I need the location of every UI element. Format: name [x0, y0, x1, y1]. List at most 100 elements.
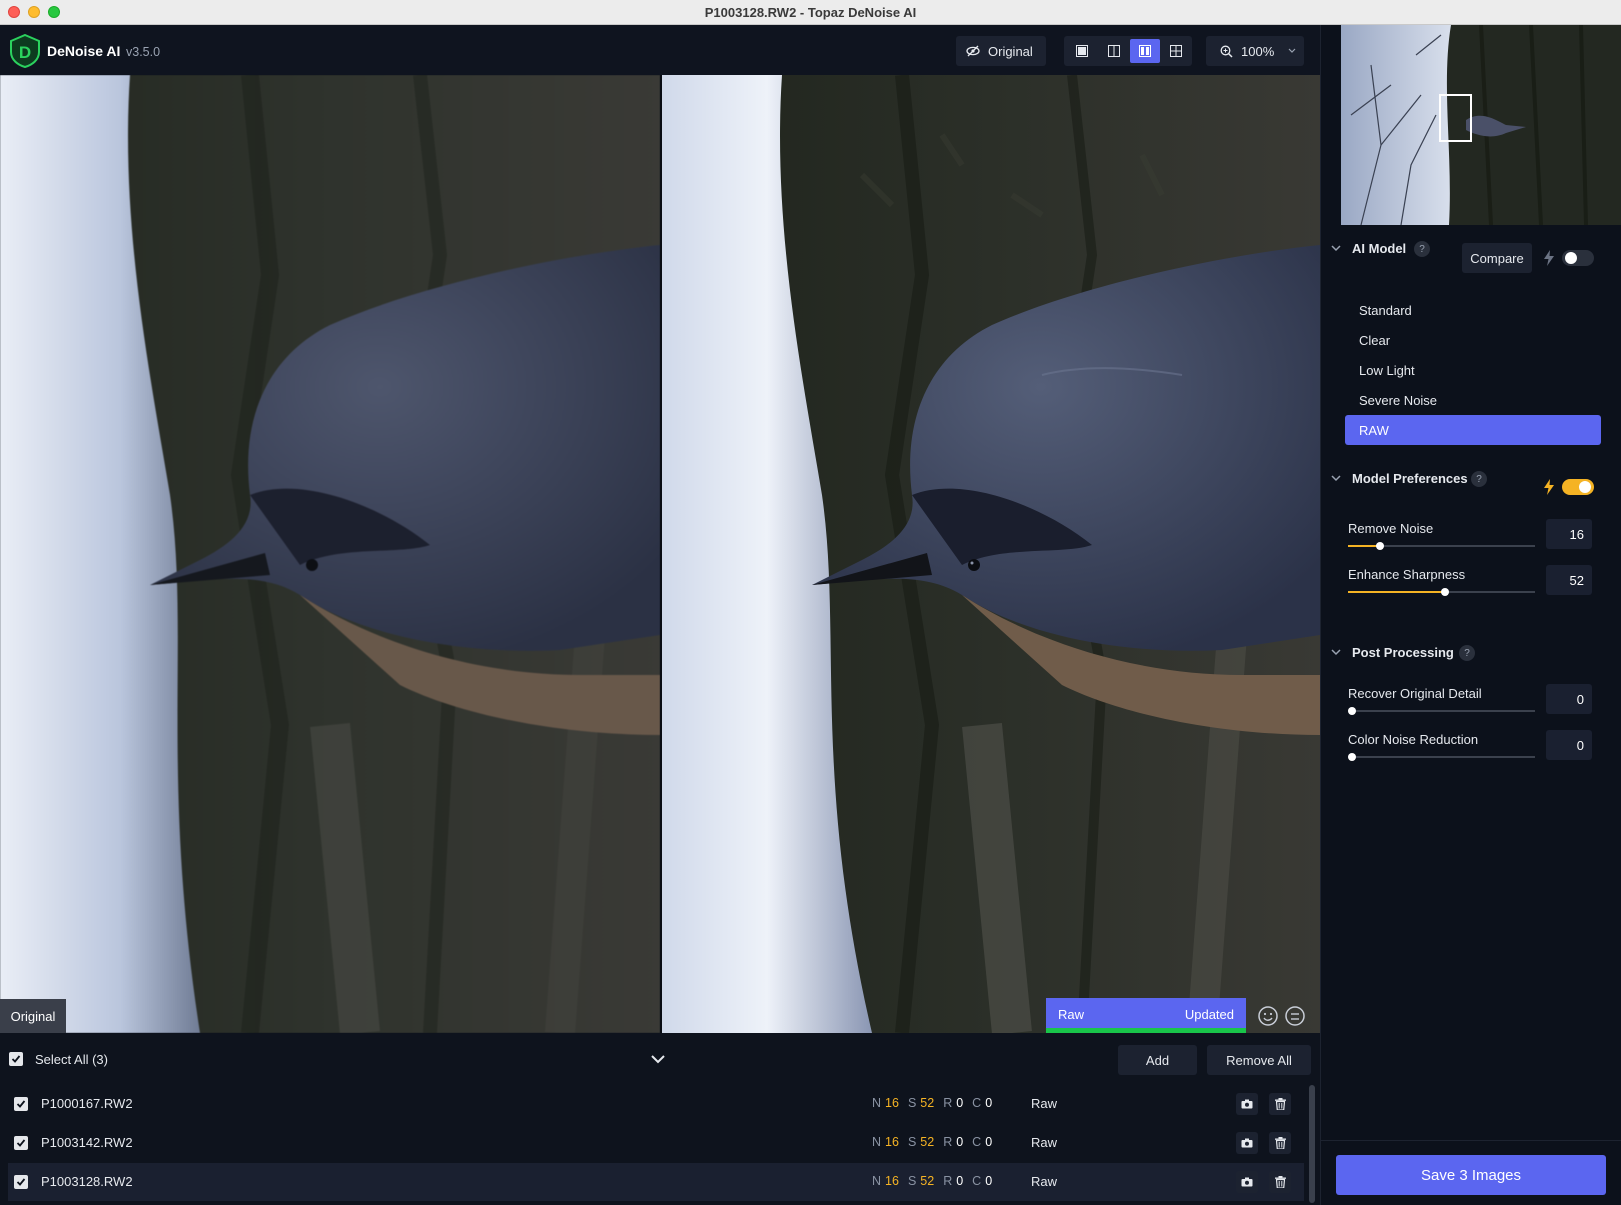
enhance-sharpness-slider[interactable]	[1348, 588, 1535, 596]
param-r-value: 0	[956, 1174, 964, 1188]
save-divider	[1321, 1140, 1621, 1141]
bolt-icon	[1544, 250, 1554, 266]
delete-file-button[interactable]	[1269, 1132, 1291, 1154]
post-processing-title: Post Processing	[1352, 645, 1454, 660]
ai-model-help-icon[interactable]: ?	[1414, 241, 1430, 257]
trash-icon	[1274, 1137, 1286, 1149]
model-preferences-chevron-icon[interactable]	[1330, 472, 1342, 484]
model-preferences-title: Model Preferences	[1352, 471, 1468, 486]
file-model: Raw	[1031, 1135, 1058, 1150]
ai-model-chevron-icon[interactable]	[1330, 242, 1342, 254]
preview-file-button[interactable]	[1236, 1132, 1258, 1154]
preview-file-button[interactable]	[1236, 1171, 1258, 1193]
file-checkbox[interactable]	[14, 1097, 28, 1111]
smile-feedback-icon[interactable]	[1257, 1005, 1279, 1027]
zoom-icon	[1220, 45, 1233, 58]
show-original-button[interactable]: Original	[956, 36, 1046, 66]
file-model: Raw	[1031, 1096, 1058, 1111]
param-s-key: S	[907, 1135, 917, 1149]
remove-all-button[interactable]: Remove All	[1207, 1045, 1311, 1075]
denoise-logo-icon: D	[10, 34, 40, 68]
file-name: P1000167.RW2	[41, 1096, 133, 1111]
view-single-button[interactable]	[1067, 39, 1097, 63]
post-processing-chevron-icon[interactable]	[1330, 646, 1342, 658]
delete-file-button[interactable]	[1269, 1171, 1291, 1193]
collapse-list-chevron-icon[interactable]	[648, 1049, 668, 1069]
view-split-button[interactable]	[1099, 39, 1129, 63]
settings-panel: AI Model ? Compare Standard Clear Low Li…	[1320, 25, 1621, 1205]
view-side-by-side-button[interactable]	[1130, 39, 1160, 63]
model-option-low-light[interactable]: Low Light	[1345, 355, 1601, 385]
add-images-button[interactable]: Add	[1118, 1045, 1197, 1075]
param-c-value: 0	[985, 1096, 993, 1110]
remove-noise-slider[interactable]	[1348, 542, 1535, 550]
file-row[interactable]: P1000167.RW2 N 16 S 52 R0 C0 Raw	[8, 1085, 1304, 1123]
file-row-selected[interactable]: P1003128.RW2 N 16 S 52 R0 C0 Raw	[8, 1163, 1304, 1201]
navigator-thumbnail[interactable]	[1341, 25, 1621, 225]
model-option-severe-noise[interactable]: Severe Noise	[1345, 385, 1601, 415]
compare-button[interactable]: Compare	[1462, 243, 1532, 273]
status-state: Updated	[1184, 1007, 1234, 1022]
model-option-clear[interactable]: Clear	[1345, 325, 1601, 355]
slider-thumb[interactable]	[1376, 542, 1384, 550]
camera-icon	[1241, 1138, 1253, 1148]
slider-thumb[interactable]	[1348, 707, 1356, 715]
neutral-feedback-icon[interactable]	[1284, 1005, 1306, 1027]
window-title: P1003128.RW2 - Topaz DeNoise AI	[704, 5, 917, 20]
auto-model-toggle[interactable]	[1562, 250, 1594, 266]
recover-detail-value[interactable]: 0	[1546, 684, 1592, 714]
slider-thumb[interactable]	[1348, 753, 1356, 761]
slider-thumb[interactable]	[1441, 588, 1449, 596]
file-checkbox[interactable]	[14, 1175, 28, 1189]
processing-status-bar: Raw Updated	[1046, 998, 1246, 1033]
param-c-value: 0	[985, 1135, 993, 1149]
file-list-scrollbar[interactable]	[1309, 1085, 1315, 1203]
param-r-key: R	[943, 1135, 953, 1149]
color-noise-value[interactable]: 0	[1546, 730, 1592, 760]
view-compare-grid-button[interactable]	[1161, 39, 1191, 63]
select-all-checkbox[interactable]	[9, 1052, 23, 1066]
view-mode-group	[1064, 36, 1192, 66]
camera-icon	[1241, 1177, 1253, 1187]
file-list-header: Select All (3) Add Remove All	[0, 1033, 1320, 1085]
recover-detail-label: Recover Original Detail	[1348, 686, 1482, 701]
recover-detail-slider[interactable]	[1348, 707, 1535, 715]
status-model: Raw	[1058, 1007, 1085, 1022]
param-c-value: 0	[985, 1174, 993, 1188]
delete-file-button[interactable]	[1269, 1093, 1291, 1115]
param-r-value: 0	[956, 1096, 964, 1110]
app-version: v3.5.0	[126, 45, 161, 59]
save-images-button[interactable]: Save 3 Images	[1336, 1155, 1606, 1195]
file-params: N 16 S 52 R0 C0	[872, 1174, 997, 1188]
file-row[interactable]: P1003142.RW2 N 16 S 52 R0 C0 Raw	[8, 1124, 1304, 1162]
zoom-dropdown[interactable]: 100%	[1206, 36, 1304, 66]
param-n-value: 16	[885, 1174, 899, 1188]
file-name: P1003128.RW2	[41, 1174, 133, 1189]
param-n-value: 16	[885, 1135, 899, 1149]
processed-preview-pane[interactable]	[662, 75, 1320, 1033]
param-n-value: 16	[885, 1096, 899, 1110]
preview-file-button[interactable]	[1236, 1093, 1258, 1115]
param-c-key: C	[972, 1174, 982, 1188]
zoom-value: 100%	[1241, 43, 1275, 59]
file-checkbox[interactable]	[14, 1136, 28, 1150]
window-titlebar: P1003128.RW2 - Topaz DeNoise AI	[0, 0, 1621, 25]
checkmark-icon	[11, 1055, 21, 1063]
original-preview-pane[interactable]	[0, 75, 660, 1033]
model-option-raw[interactable]: RAW	[1345, 415, 1601, 445]
enhance-sharpness-value[interactable]: 52	[1546, 565, 1592, 595]
file-model: Raw	[1031, 1174, 1058, 1189]
checkmark-icon	[16, 1139, 26, 1147]
param-c-key: C	[972, 1135, 982, 1149]
post-processing-help-icon[interactable]: ?	[1459, 645, 1475, 661]
remove-noise-value[interactable]: 16	[1546, 519, 1592, 549]
param-s-value: 52	[920, 1174, 935, 1188]
color-noise-slider[interactable]	[1348, 753, 1535, 761]
single-view-icon	[1076, 45, 1088, 57]
model-option-standard[interactable]: Standard	[1345, 295, 1601, 325]
toggle-knob	[1579, 481, 1591, 493]
color-noise-label: Color Noise Reduction	[1348, 732, 1479, 747]
model-preferences-help-icon[interactable]: ?	[1471, 471, 1487, 487]
auto-preferences-toggle[interactable]	[1562, 479, 1594, 495]
checkmark-icon	[16, 1100, 26, 1108]
